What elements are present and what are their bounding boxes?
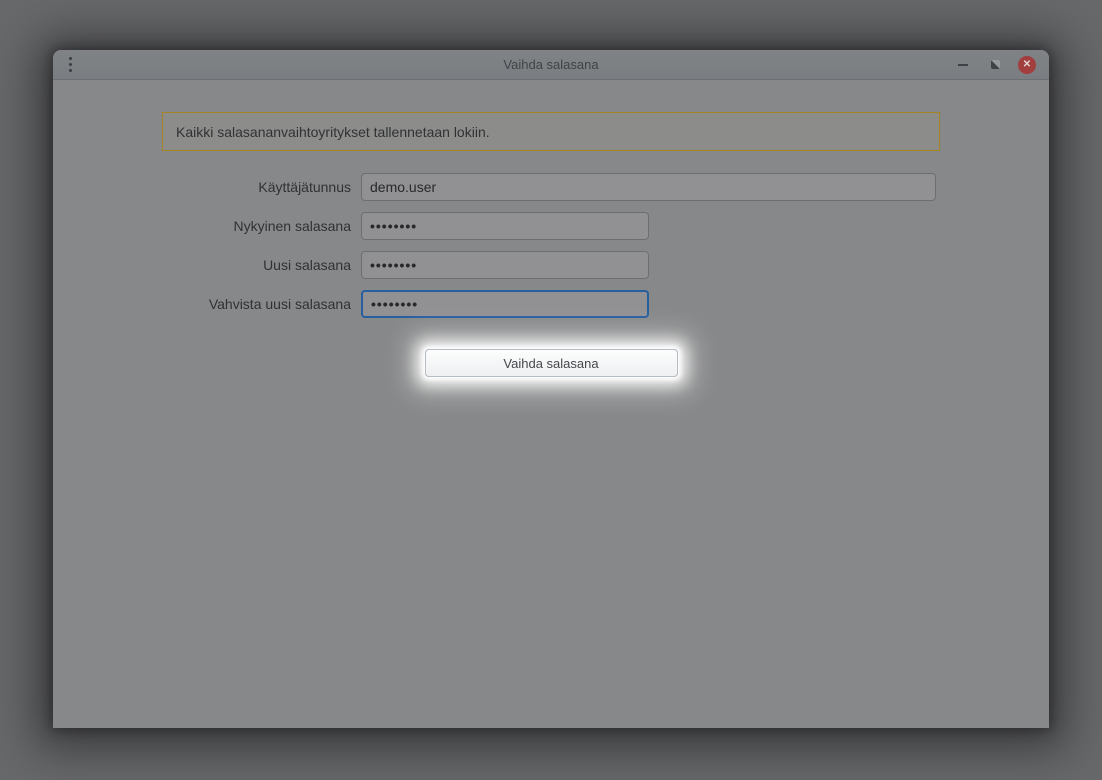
new-password-label: Uusi salasana <box>53 257 351 273</box>
form-row-username: Käyttäjätunnus <box>53 173 1049 201</box>
close-icon: ✕ <box>1018 56 1036 74</box>
form-row-new-password: Uusi salasana <box>53 251 1049 279</box>
username-label: Käyttäjätunnus <box>53 179 351 195</box>
current-password-field[interactable] <box>361 212 649 240</box>
warning-banner: Kaikki salasananvaihtoyritykset tallenne… <box>162 112 940 151</box>
change-password-button[interactable]: Vaihda salasana <box>425 349 678 377</box>
button-area: Vaihda salasana <box>53 349 1049 377</box>
confirm-password-label: Vahvista uusi salasana <box>53 296 351 312</box>
form-row-current-password: Nykyinen salasana <box>53 212 1049 240</box>
window-title: Vaihda salasana <box>53 57 1049 72</box>
new-password-field[interactable] <box>361 251 649 279</box>
minimize-button[interactable] <box>947 50 979 80</box>
restore-button[interactable] <box>979 50 1011 80</box>
restore-icon <box>991 60 1000 69</box>
close-button[interactable]: ✕ <box>1011 50 1043 80</box>
current-password-label: Nykyinen salasana <box>53 218 351 234</box>
warning-banner-text: Kaikki salasananvaihtoyritykset tallenne… <box>176 124 490 140</box>
confirm-password-field[interactable] <box>361 290 649 318</box>
username-field[interactable] <box>361 173 936 201</box>
password-form: Käyttäjätunnus Nykyinen salasana Uusi sa… <box>53 173 1049 329</box>
window-controls: ✕ <box>947 50 1043 79</box>
form-row-confirm-password: Vahvista uusi salasana <box>53 290 1049 318</box>
kebab-menu-icon[interactable] <box>65 53 76 76</box>
minimize-icon <box>958 64 968 66</box>
change-password-window: Vaihda salasana ✕ Kaikki salasananvaihto… <box>53 50 1049 728</box>
titlebar: Vaihda salasana ✕ <box>53 50 1049 80</box>
